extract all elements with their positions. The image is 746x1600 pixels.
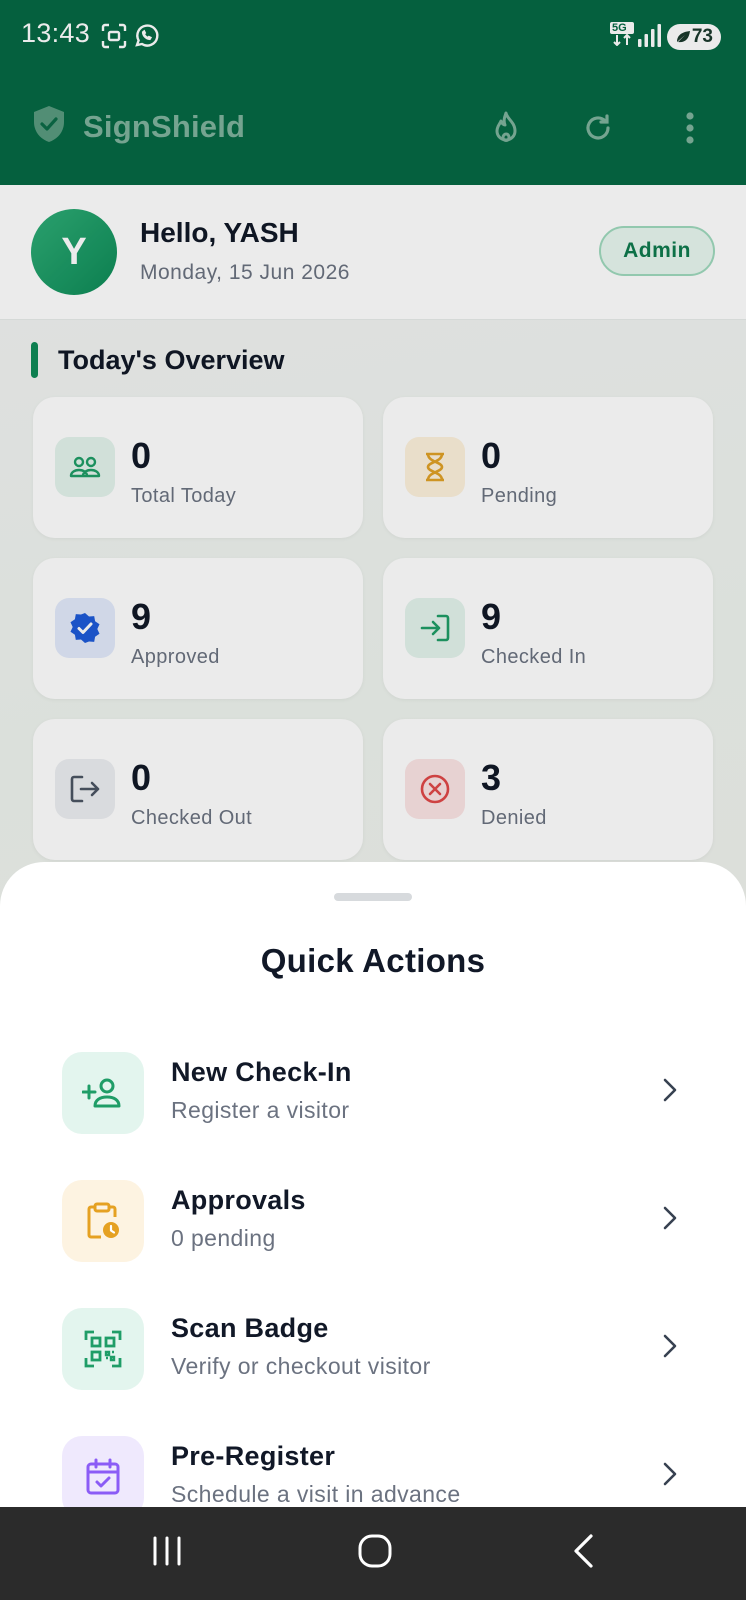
recents-button[interactable] xyxy=(137,1527,197,1579)
app-title: SignShield xyxy=(83,108,246,144)
chevron-right-icon xyxy=(654,1459,684,1489)
stat-value: 9 xyxy=(481,596,502,637)
refresh-icon xyxy=(581,111,615,150)
network-label: 5G xyxy=(610,22,634,34)
stat-label: Pending xyxy=(481,485,558,507)
profile-header: Y Hello, YASH Monday, 15 Jun 2026 Admin xyxy=(0,185,746,320)
stat-card-pending[interactable]: 0 Pending xyxy=(383,397,713,538)
quick-actions-sheet: Quick Actions New Check-In Register a vi… xyxy=(0,862,746,1518)
action-subtitle: Schedule a visit in advance xyxy=(171,1481,461,1507)
status-time: 13:43 xyxy=(21,18,91,48)
qr-scan-icon xyxy=(62,1308,144,1390)
recents-icon xyxy=(150,1536,184,1571)
flame-button[interactable] xyxy=(482,106,530,154)
stat-card-denied[interactable]: 3 Denied xyxy=(383,719,713,860)
app-bar: SignShield xyxy=(0,76,746,185)
stat-value: 3 xyxy=(481,757,502,798)
stat-label: Approved xyxy=(131,646,220,668)
screenshot-icon xyxy=(100,22,128,50)
flame-icon xyxy=(489,110,523,151)
stat-card-approved[interactable]: 9 Approved xyxy=(33,558,363,699)
chevron-right-icon xyxy=(654,1331,684,1361)
action-title: Scan Badge xyxy=(171,1313,329,1343)
overview-title: Today's Overview xyxy=(58,344,285,375)
network-5g-icon: 5G xyxy=(610,22,634,48)
section-accent-bar xyxy=(31,342,38,378)
back-icon xyxy=(571,1533,597,1574)
action-new-check-in[interactable]: New Check-In Register a visitor xyxy=(0,1037,746,1147)
cancel-icon xyxy=(405,759,465,819)
chevron-right-icon xyxy=(654,1075,684,1105)
stat-value: 9 xyxy=(131,596,152,637)
home-button[interactable] xyxy=(345,1527,405,1579)
whatsapp-icon xyxy=(132,22,160,50)
chevron-right-icon xyxy=(654,1203,684,1233)
stat-value: 0 xyxy=(131,435,152,476)
stat-card-checked-out[interactable]: 0 Checked Out xyxy=(33,719,363,860)
battery-icon: 73 xyxy=(667,24,721,50)
action-subtitle: Verify or checkout visitor xyxy=(171,1353,431,1379)
status-bar: 13:43 5G 73 xyxy=(0,0,746,76)
stat-label: Checked Out xyxy=(131,807,253,829)
action-scan-badge[interactable]: Scan Badge Verify or checkout visitor xyxy=(0,1293,746,1403)
action-approvals[interactable]: Approvals 0 pending xyxy=(0,1165,746,1275)
action-title: New Check-In xyxy=(171,1057,352,1087)
stat-value: 0 xyxy=(131,757,152,798)
verified-badge-icon xyxy=(55,598,115,658)
overview-section-title: Today's Overview xyxy=(31,342,285,378)
people-icon xyxy=(55,437,115,497)
action-title: Pre-Register xyxy=(171,1441,336,1471)
battery-level: 73 xyxy=(691,26,713,47)
shield-check-icon xyxy=(31,104,67,149)
refresh-button[interactable] xyxy=(574,106,622,154)
stat-label: Total Today xyxy=(131,485,237,507)
avatar[interactable]: Y xyxy=(31,209,117,295)
stat-value: 0 xyxy=(481,435,502,476)
drag-handle[interactable] xyxy=(334,893,412,901)
logout-icon xyxy=(55,759,115,819)
calendar-check-icon xyxy=(62,1436,144,1518)
more-vert-icon xyxy=(685,111,695,149)
brand: SignShield xyxy=(31,104,245,149)
stat-label: Denied xyxy=(481,807,547,829)
action-title: Approvals xyxy=(171,1185,306,1215)
action-subtitle: Register a visitor xyxy=(171,1097,350,1123)
system-navigation-bar xyxy=(0,1507,746,1600)
action-subtitle: 0 pending xyxy=(171,1225,276,1251)
current-date: Monday, 15 Jun 2026 xyxy=(140,261,350,284)
stat-label: Checked In xyxy=(481,646,587,668)
person-add-icon xyxy=(62,1052,144,1134)
hourglass-icon xyxy=(405,437,465,497)
sheet-title: Quick Actions xyxy=(260,942,486,979)
role-badge: Admin xyxy=(599,226,715,276)
stat-card-checked-in[interactable]: 9 Checked In xyxy=(383,558,713,699)
back-button[interactable] xyxy=(554,1527,614,1579)
home-icon xyxy=(357,1533,393,1574)
more-button[interactable] xyxy=(666,106,714,154)
login-icon xyxy=(405,598,465,658)
signal-icon xyxy=(638,23,662,54)
clipboard-clock-icon xyxy=(62,1180,144,1262)
stat-card-total-today[interactable]: 0 Total Today xyxy=(33,397,363,538)
greeting: Hello, YASH xyxy=(140,217,299,248)
